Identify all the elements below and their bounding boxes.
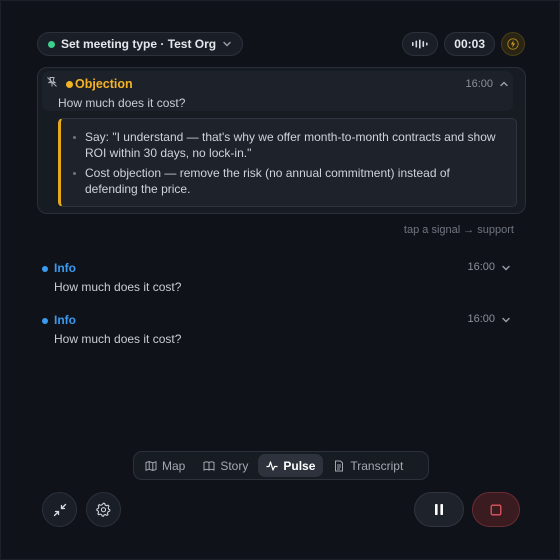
signal-text: How much does it cost?: [54, 280, 182, 294]
objection-title: Objection: [75, 77, 133, 91]
bolt-button[interactable]: [501, 32, 525, 56]
signal-time: 16:00: [467, 313, 495, 325]
signal-dot: [42, 266, 48, 272]
chevron-down-icon: [223, 41, 231, 47]
tab-label: Pulse: [283, 458, 316, 473]
signal-title: Info: [54, 261, 76, 275]
book-icon: [203, 460, 215, 471]
meeting-type-label: Set meeting type · Test Org: [61, 37, 217, 51]
signal-row[interactable]: Info 16:00 How much does it cost?: [41, 259, 511, 295]
tab-map[interactable]: Map: [137, 454, 193, 477]
pin-off-icon[interactable]: [46, 76, 58, 88]
tab-label: Transcript: [350, 458, 404, 473]
gear-icon: [96, 502, 111, 517]
signal-text: How much does it cost?: [54, 332, 182, 346]
collapse-icon: [53, 503, 66, 516]
audio-level-button[interactable]: [402, 32, 439, 56]
document-icon: [335, 460, 344, 471]
support-panel: Say: "I understand — that's why we offer…: [58, 118, 517, 207]
meeting-type-selector[interactable]: Set meeting type · Test Org: [37, 32, 244, 56]
pulse-icon: [266, 460, 278, 471]
signal-dot: [42, 318, 48, 324]
tab-story[interactable]: Story: [195, 454, 256, 477]
stop-button[interactable]: [472, 492, 520, 527]
waveform-icon: [412, 39, 428, 49]
signal-row[interactable]: Info 16:00 How much does it cost?: [41, 311, 511, 347]
chevron-up-icon[interactable]: [499, 79, 509, 89]
minimize-button[interactable]: [42, 492, 77, 527]
support-item: Cost objection — remove the risk (no ann…: [71, 165, 504, 197]
view-tabs: Map Story Pulse Transcript: [133, 451, 429, 480]
tab-pulse[interactable]: Pulse: [258, 454, 324, 477]
tab-label: Story: [220, 458, 249, 473]
tab-label: Map: [162, 458, 186, 473]
status-dot: [48, 40, 55, 48]
tab-transcript[interactable]: Transcript: [325, 454, 411, 477]
signal-time: 16:00: [467, 261, 495, 273]
bolt-icon: [507, 38, 519, 50]
signal-title: Info: [54, 313, 76, 327]
call-timer: 00:03: [444, 32, 495, 56]
pause-button[interactable]: [414, 492, 464, 527]
stop-icon: [490, 504, 502, 515]
top-controls: 00:03: [402, 32, 525, 56]
support-item: Say: "I understand — that's why we offer…: [71, 129, 504, 161]
objection-time: 16:00: [465, 78, 493, 90]
objection-dot: [66, 81, 73, 88]
chevron-down-icon[interactable]: [501, 315, 511, 325]
objection-question: How much does it cost?: [58, 96, 186, 110]
objection-header[interactable]: Objection 16:00 How much does it cost?: [42, 71, 513, 111]
pause-icon: [435, 504, 443, 515]
assistant-window: Set meeting type · Test Org 00:03 Object…: [0, 0, 560, 560]
chevron-down-icon[interactable]: [501, 263, 511, 273]
objection-card[interactable]: Objection 16:00 How much does it cost? S…: [37, 67, 526, 214]
map-icon: [145, 460, 157, 471]
hint-text: tap a signal → support: [403, 224, 514, 236]
settings-button[interactable]: [86, 492, 121, 527]
